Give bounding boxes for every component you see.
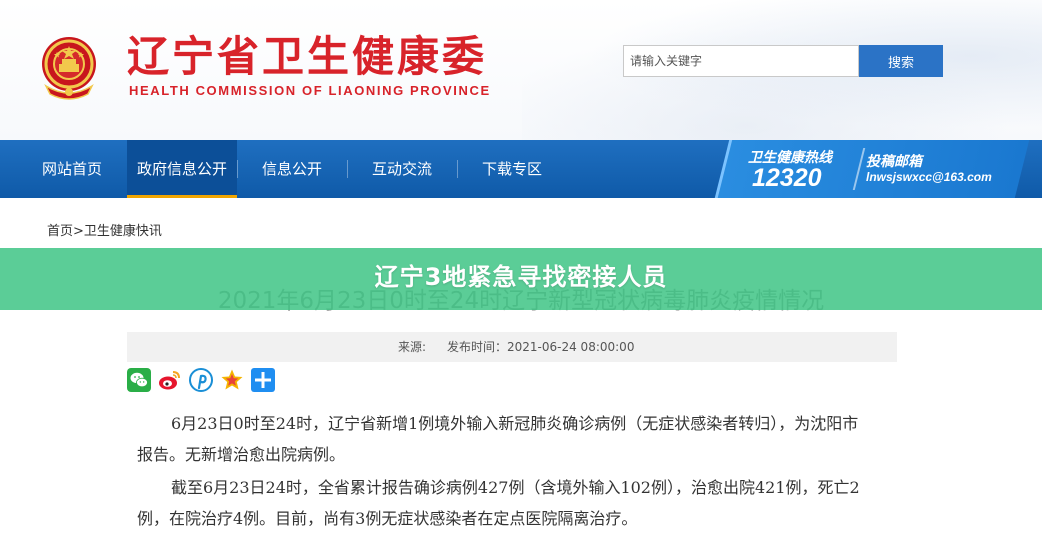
wechat-icon[interactable] xyxy=(127,368,151,392)
more-share-icon[interactable] xyxy=(251,368,275,392)
favorite-star-icon[interactable] xyxy=(220,368,244,392)
site-title: 辽宁省卫生健康委 xyxy=(127,32,488,81)
nav-item-info-disclosure[interactable]: 信息公开 xyxy=(247,140,337,198)
nav-item-gov-info-disclosure[interactable]: 政府信息公开 xyxy=(127,140,237,198)
nav-separator xyxy=(347,160,348,178)
national-emblem-icon xyxy=(42,37,96,100)
site-subtitle: HEALTH COMMISSION OF LIAONING PROVINCE xyxy=(129,83,491,98)
overlay-title: 辽宁3地紧急寻找密接人员 xyxy=(374,263,668,291)
article-source-label: 来源: xyxy=(398,340,427,354)
breadcrumb-section-link[interactable]: 卫生健康快讯 xyxy=(84,224,162,239)
breadcrumb-separator: > xyxy=(73,224,84,239)
search-button[interactable]: 搜索 xyxy=(859,45,943,77)
nav-separator xyxy=(457,160,458,178)
nav-separator xyxy=(237,160,238,178)
article-paragraph: 截至6月23日24时，全省累计报告确诊病例427例（含境外输入102例），治愈出… xyxy=(137,478,860,528)
article-publish-time: 发布时间：2021-06-24 08:00:00 xyxy=(447,340,635,354)
mailbox-email[interactable]: lnwsjswxcc@163.com xyxy=(866,170,992,184)
weibo-icon[interactable] xyxy=(158,368,182,392)
pinterest-icon[interactable] xyxy=(189,368,213,392)
hotline-number: 12320 xyxy=(752,164,822,192)
mailbox-label: 投稿邮箱 xyxy=(866,154,922,170)
nav-item-interaction[interactable]: 互动交流 xyxy=(357,140,447,198)
search-input[interactable] xyxy=(623,45,859,77)
article-paragraph: 6月23日0时至24时，辽宁省新增1例境外输入新冠肺炎确诊病例（无症状感染者转归… xyxy=(137,414,859,464)
overlay-banner: 辽宁3地紧急寻找密接人员 xyxy=(0,248,1042,310)
breadcrumb: 首页>卫生健康快讯 xyxy=(47,220,162,239)
article-meta-bar: 来源: 发布时间：2021-06-24 08:00:00 xyxy=(127,332,897,362)
breadcrumb-home-link[interactable]: 首页 xyxy=(47,224,73,239)
nav-item-home[interactable]: 网站首页 xyxy=(27,140,117,198)
site-header: 辽宁省卫生健康委 HEALTH COMMISSION OF LIAONING P… xyxy=(0,0,1042,140)
nav-item-downloads[interactable]: 下载专区 xyxy=(467,140,557,198)
article-body: 6月23日0时至24时，辽宁省新增1例境外输入新冠肺炎确诊病例（无症状感染者转归… xyxy=(137,408,867,536)
